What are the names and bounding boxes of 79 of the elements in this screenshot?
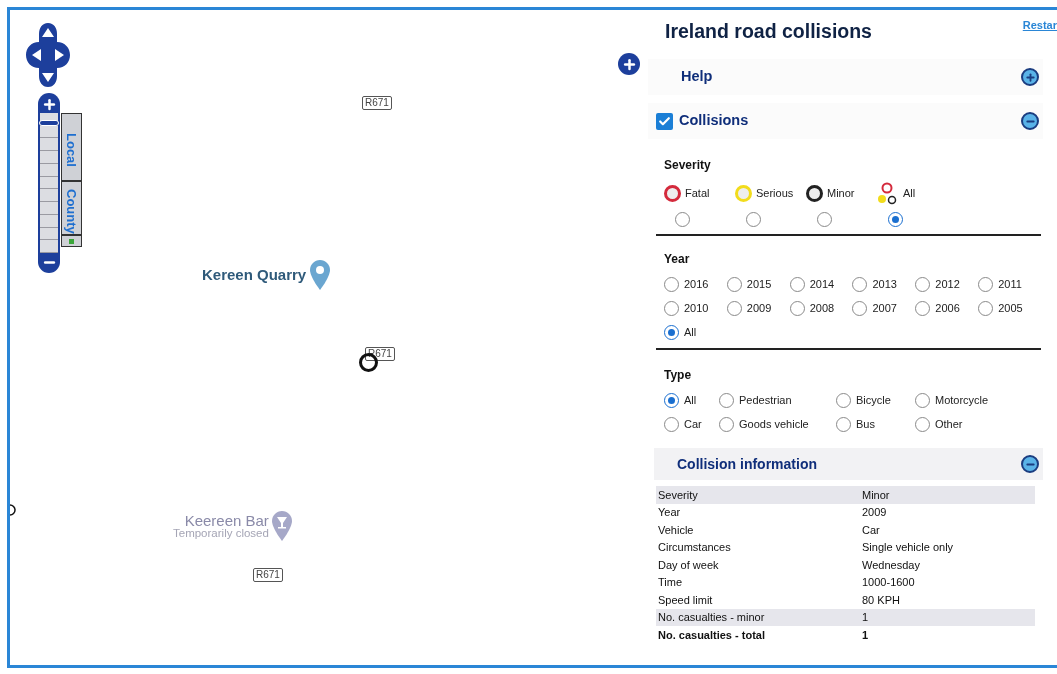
- restart-link[interactable]: Restar: [1022, 17, 1057, 34]
- collapse-icon[interactable]: [1021, 112, 1039, 130]
- option-label: Car: [684, 416, 702, 432]
- option-label: 2010: [684, 300, 709, 316]
- option-label: All: [684, 392, 697, 408]
- radio-button[interactable]: [719, 416, 734, 432]
- bar-pin-icon: [270, 510, 293, 542]
- radio-button[interactable]: [726, 300, 742, 316]
- section-label: Severity: [664, 158, 711, 172]
- radio-button[interactable]: [719, 392, 734, 408]
- panel-title: Collision information: [677, 454, 817, 474]
- severity-label: Minor: [827, 186, 855, 202]
- expand-icon[interactable]: [1021, 68, 1039, 86]
- radio-button[interactable]: [888, 212, 903, 227]
- radio-button[interactable]: [978, 276, 994, 292]
- app-title: Ireland road collisions: [665, 19, 872, 44]
- option-label: 2008: [809, 300, 835, 316]
- radio-button[interactable]: [664, 416, 679, 432]
- radio-button[interactable]: [664, 300, 679, 316]
- radio-button[interactable]: [836, 392, 851, 408]
- option-label: 2016: [684, 276, 709, 292]
- radio-button[interactable]: [789, 276, 805, 292]
- panel-title: Collisions: [679, 111, 749, 131]
- panel-title: Help: [681, 67, 713, 87]
- option-label: Pedestrian: [739, 392, 792, 408]
- panel-header[interactable]: Collisions: [648, 103, 1043, 139]
- option-label: Motorcycle: [935, 392, 989, 408]
- zoom-thumb[interactable]: [39, 119, 59, 126]
- map-pin-icon: [309, 259, 332, 291]
- radio-button[interactable]: [746, 212, 761, 227]
- radio-button[interactable]: [836, 416, 851, 432]
- radio-button[interactable]: [978, 300, 994, 316]
- option-label: 2011: [998, 276, 1022, 292]
- option-label: 2014: [809, 276, 835, 292]
- option-label: 2006: [935, 300, 960, 316]
- radio-button[interactable]: [726, 276, 742, 292]
- option-label: Other: [935, 416, 963, 432]
- radio-button[interactable]: [789, 300, 805, 316]
- panel-header[interactable]: Help: [648, 59, 1043, 95]
- radio-button[interactable]: [852, 300, 868, 316]
- option-label: 2005: [998, 300, 1023, 316]
- zoom-slider[interactable]: [38, 93, 60, 273]
- section-label: Year: [664, 252, 690, 266]
- collision-marker-icon[interactable]: [10, 504, 16, 516]
- radio-button[interactable]: [664, 324, 679, 340]
- radio-button[interactable]: [915, 416, 930, 432]
- place-label: Kereen Quarry: [202, 264, 307, 285]
- radio-button[interactable]: [852, 276, 868, 292]
- radio-button[interactable]: [817, 212, 832, 227]
- option-label: 2007: [872, 300, 897, 316]
- severity-label: All: [903, 186, 916, 202]
- option-label: All: [684, 324, 697, 340]
- option-label: Bicycle: [856, 392, 891, 408]
- panel-header[interactable]: Collision information: [654, 448, 1043, 480]
- option-label: 2009: [746, 300, 772, 316]
- option-label: 2013: [872, 276, 897, 292]
- road-label: R671: [362, 96, 392, 110]
- severity-label: Fatal: [685, 186, 710, 202]
- radio-button[interactable]: [915, 392, 930, 408]
- place-label: Keereen Bar: [184, 512, 269, 528]
- option-label: Goods vehicle: [739, 416, 809, 432]
- layer-indicator-icon[interactable]: [61, 235, 82, 247]
- road-label: R671: [253, 568, 283, 582]
- option-label: Bus: [856, 416, 875, 432]
- info-label: Severity: [656, 486, 862, 504]
- info-value: Minor: [862, 486, 1035, 504]
- collapse-icon[interactable]: [1021, 455, 1039, 473]
- section-label: Type: [664, 368, 692, 382]
- radio-button[interactable]: [915, 276, 931, 292]
- radio-button[interactable]: [664, 392, 679, 408]
- place-status: Temporarily closed: [173, 527, 269, 540]
- option-label: 2012: [935, 276, 960, 292]
- severity-label: Serious: [756, 186, 794, 202]
- pan-control-icon[interactable]: [24, 21, 72, 89]
- radio-button[interactable]: [915, 300, 931, 316]
- option-label: 2015: [746, 276, 772, 292]
- severity-cluster-icon: [877, 181, 899, 206]
- radio-button[interactable]: [675, 212, 690, 227]
- radio-button[interactable]: [664, 276, 679, 292]
